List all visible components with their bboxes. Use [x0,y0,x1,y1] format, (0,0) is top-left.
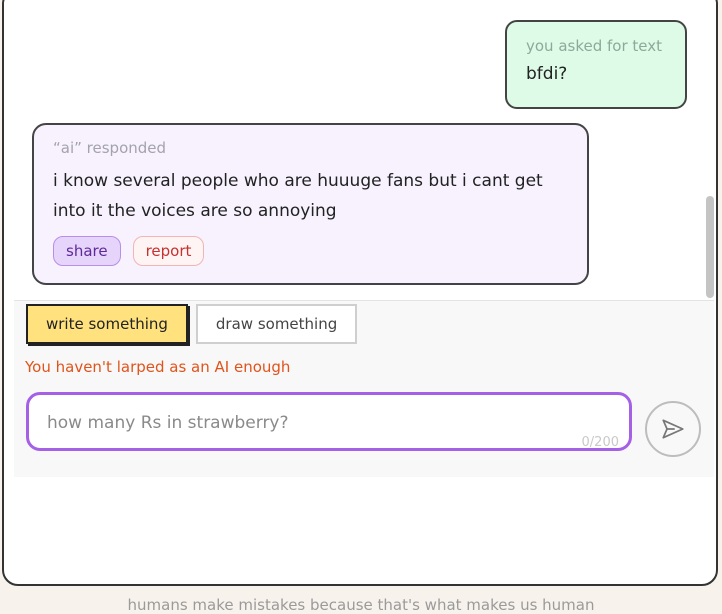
send-button[interactable] [645,401,701,457]
ai-message-meta: “ai” responded [53,139,167,157]
message-input-box: 0/200 [26,392,632,451]
tab-write-something[interactable]: write something [26,304,188,344]
ai-message-actions: share report [53,236,569,266]
ai-message-text: i know several people who are huuuge fan… [53,171,543,221]
ai-message-bubble: “ai” responded i know several people who… [32,123,589,285]
chat-card: you asked for text bfdi? “ai” responded … [2,0,718,586]
character-counter: 0/200 [581,435,619,450]
mode-tabs: write something draw something [26,304,358,344]
chat-scrollbar-thumb[interactable] [706,196,714,298]
warning-message: You haven't larped as an AI enough [25,358,291,376]
user-message-text: bfdi? [526,64,568,84]
report-button[interactable]: report [132,236,205,266]
footer-tagline: humans make mistakes because that's what… [127,596,595,614]
composer: write something draw something You haven… [14,300,714,477]
chat-log: you asked for text bfdi? “ai” responded … [4,2,716,298]
message-input[interactable] [45,409,609,437]
user-message-meta: you asked for text [526,37,663,55]
tab-draw-something[interactable]: draw something [195,304,358,344]
user-message-bubble: you asked for text bfdi? [505,20,687,109]
share-button[interactable]: share [53,236,121,266]
send-arrow-icon [662,419,684,439]
